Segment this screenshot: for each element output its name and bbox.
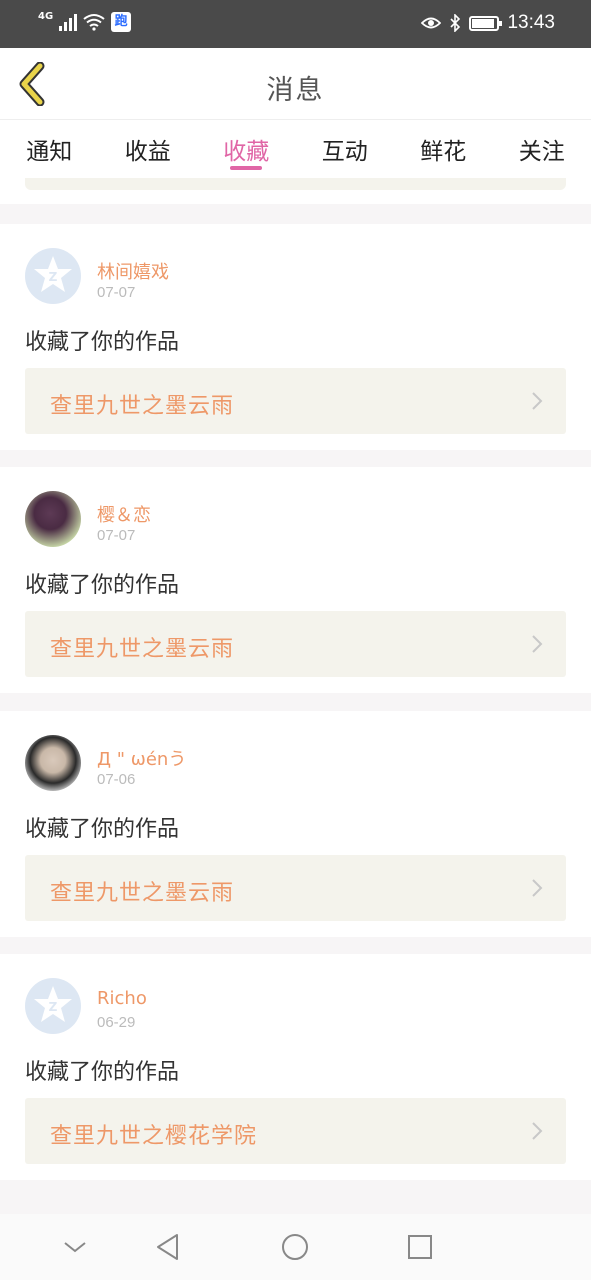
network-label: 4G xyxy=(38,10,54,22)
page-title: 消息 xyxy=(266,75,325,106)
timestamp: 07-07 xyxy=(97,527,136,544)
tab-label: 鲜花 xyxy=(420,139,467,165)
avatar[interactable] xyxy=(25,735,81,791)
app-header: 消息 xyxy=(0,48,591,120)
system-nav-bar xyxy=(0,1214,591,1280)
tab-bar: 通知 收益 收藏 互动 鲜花 关注 xyxy=(0,120,591,178)
bluetooth-icon xyxy=(450,14,461,32)
chevron-right-icon xyxy=(532,635,543,653)
tab-earnings[interactable]: 收益 xyxy=(99,120,198,178)
work-title: 查里九世之樱花学院 xyxy=(50,1124,258,1149)
action-text: 收藏了你的作品 xyxy=(25,817,180,842)
svg-text:Z: Z xyxy=(49,1000,58,1014)
message-list[interactable]: Z 林间嬉戏 07-07 收藏了你的作品 查里九世之墨云雨 樱＆恋 07-07 … xyxy=(0,178,591,1214)
list-item: Д " ωénう 07-06 收藏了你的作品 查里九世之墨云雨 xyxy=(0,711,591,937)
work-link[interactable]: 查里九世之樱花学院 xyxy=(25,1098,566,1164)
list-item-partial xyxy=(0,178,591,204)
username[interactable]: Д " ωénう xyxy=(97,745,186,771)
tab-underline xyxy=(230,166,263,170)
action-text: 收藏了你的作品 xyxy=(25,1060,180,1085)
battery-icon xyxy=(469,15,503,31)
list-item: 樱＆恋 07-07 收藏了你的作品 查里九世之墨云雨 xyxy=(0,467,591,693)
wifi-icon xyxy=(83,14,105,31)
tab-interactions[interactable]: 互动 xyxy=(296,120,395,178)
work-title: 查里九世之墨云雨 xyxy=(50,394,235,419)
tab-flowers[interactable]: 鲜花 xyxy=(394,120,493,178)
svg-text:Z: Z xyxy=(49,270,58,284)
chevron-right-icon xyxy=(532,1122,543,1140)
timestamp: 07-07 xyxy=(97,284,136,301)
tab-label: 互动 xyxy=(321,139,368,165)
tab-label: 收益 xyxy=(124,139,171,165)
tab-label: 关注 xyxy=(518,139,565,165)
signal-icon xyxy=(59,13,78,31)
list-item: Z 林间嬉戏 07-07 收藏了你的作品 查里九世之墨云雨 xyxy=(0,224,591,450)
avatar[interactable]: Z xyxy=(25,978,81,1034)
username[interactable]: Richo xyxy=(97,988,147,1009)
back-triangle-icon[interactable] xyxy=(153,1232,183,1262)
tab-label: 收藏 xyxy=(223,139,270,165)
home-circle-icon[interactable] xyxy=(280,1232,310,1262)
action-text: 收藏了你的作品 xyxy=(25,330,180,355)
work-link-partial xyxy=(25,178,566,190)
default-avatar-icon: Z xyxy=(34,986,72,1022)
avatar[interactable]: Z xyxy=(25,248,81,304)
action-text: 收藏了你的作品 xyxy=(25,573,180,598)
chevron-right-icon xyxy=(532,392,543,410)
tab-notifications[interactable]: 通知 xyxy=(0,120,99,178)
work-title: 查里九世之墨云雨 xyxy=(50,637,235,662)
work-link[interactable]: 查里九世之墨云雨 xyxy=(25,611,566,677)
timestamp: 07-06 xyxy=(97,771,136,788)
list-item: Z Richo 06-29 收藏了你的作品 查里九世之樱花学院 xyxy=(0,954,591,1180)
chevron-down-icon[interactable] xyxy=(60,1232,90,1262)
status-bar: 4G 跑 13:43 xyxy=(0,0,591,48)
work-title: 查里九世之墨云雨 xyxy=(50,881,235,906)
status-time: 13:43 xyxy=(507,12,555,33)
recents-square-icon[interactable] xyxy=(405,1232,435,1262)
chevron-right-icon xyxy=(532,879,543,897)
username[interactable]: 樱＆恋 xyxy=(97,501,151,527)
work-link[interactable]: 查里九世之墨云雨 xyxy=(25,855,566,921)
avatar[interactable] xyxy=(25,491,81,547)
eye-icon xyxy=(421,17,442,29)
timestamp: 06-29 xyxy=(97,1014,136,1031)
tab-follows[interactable]: 关注 xyxy=(493,120,591,178)
default-avatar-icon: Z xyxy=(34,256,72,292)
tab-label: 通知 xyxy=(26,139,73,165)
username[interactable]: 林间嬉戏 xyxy=(97,258,169,284)
baidu-icon: 跑 xyxy=(111,12,132,32)
work-link[interactable]: 查里九世之墨云雨 xyxy=(25,368,566,434)
tab-favorites[interactable]: 收藏 xyxy=(197,120,296,178)
